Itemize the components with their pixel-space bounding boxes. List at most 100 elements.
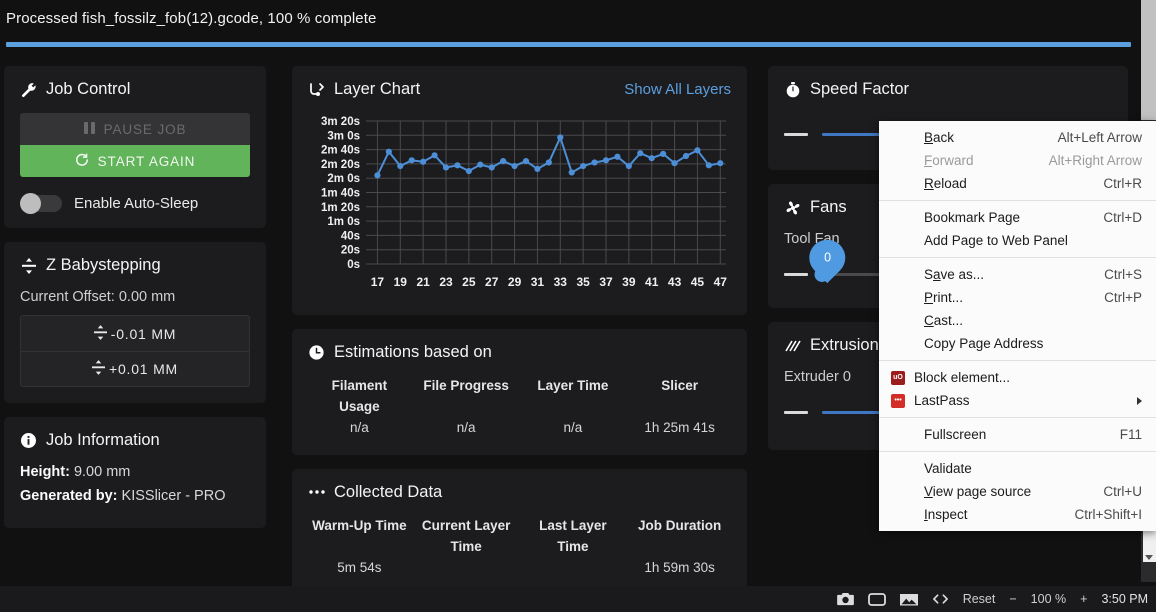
layer-chart-plot[interactable]: 0s 20s 40s 1m 0s 1m 20s 1m 40s 2m 0s 2m 20s 2m 4… <box>308 109 731 299</box>
chart-data-point[interactable] <box>385 148 392 155</box>
chart-data-point[interactable] <box>694 147 701 154</box>
chart-data-point[interactable] <box>397 162 404 170</box>
context-menu-item[interactable]: uO Block element... <box>879 366 1156 389</box>
chart-data-point[interactable] <box>660 150 667 157</box>
code-brackets-icon[interactable] <box>932 593 949 605</box>
chart-x-tick-label: 31 <box>531 275 545 289</box>
context-menu-item[interactable]: ••• LastPass <box>879 389 1156 412</box>
collected-data-title-text: Collected Data <box>334 482 443 501</box>
zoom-out-button[interactable]: − <box>1009 592 1016 606</box>
chart-data-point[interactable] <box>534 165 541 173</box>
chart-data-point[interactable] <box>420 158 427 165</box>
image-icon[interactable] <box>899 593 918 606</box>
z-plus-label: +0.01 MM <box>108 361 179 377</box>
chart-data-point[interactable] <box>614 153 621 160</box>
collected-value-cell: 1h 59m 30s <box>644 559 715 575</box>
context-menu-item[interactable]: Print... Ctrl+P <box>879 286 1156 309</box>
job-information-title: Job Information <box>20 431 250 450</box>
collected-data-title: Collected Data <box>308 483 731 502</box>
reset-zoom-button[interactable]: Reset <box>963 592 996 606</box>
chart-data-point[interactable] <box>637 150 644 157</box>
chart-data-point[interactable] <box>557 134 564 141</box>
screenshot-rect-icon[interactable] <box>867 592 886 606</box>
fan-icon <box>784 199 801 216</box>
job-control-title: Job Control <box>20 80 250 99</box>
chart-data-point[interactable] <box>717 160 724 167</box>
show-all-layers-link[interactable]: Show All Layers <box>624 81 731 98</box>
chart-data-point[interactable] <box>682 152 690 160</box>
chart-data-point[interactable] <box>545 159 552 166</box>
chart-data-point[interactable] <box>374 172 381 179</box>
page-scrollbar-thumb[interactable] <box>1141 0 1156 120</box>
context-menu-item[interactable]: Cast... <box>879 309 1156 332</box>
chart-data-point[interactable] <box>465 167 472 175</box>
context-menu-item[interactable]: Back Alt+Left Arrow <box>879 126 1156 149</box>
browser-context-menu[interactable]: Back Alt+Left Arrow Forward Alt+Right Arrow… <box>879 121 1156 531</box>
submenu-arrow-icon <box>1137 396 1142 405</box>
estimation-header-cell: File Progress <box>423 378 509 393</box>
wrench-icon <box>20 81 37 98</box>
chart-data-point[interactable] <box>442 164 450 171</box>
context-menu-item[interactable]: Fullscreen F11 <box>879 423 1156 446</box>
chart-y-tick-label: 1m 20s <box>321 202 360 214</box>
camera-icon[interactable] <box>836 592 854 606</box>
chart-data-point[interactable] <box>511 162 518 170</box>
auto-sleep-toggle[interactable] <box>20 193 62 214</box>
chart-data-point[interactable] <box>522 157 530 165</box>
start-again-button[interactable]: START AGAIN <box>20 145 250 177</box>
chart-y-tick-label: 0s <box>347 259 360 271</box>
tool-fan-slider-thumb[interactable] <box>814 266 830 282</box>
chart-y-tick-label: 20s <box>341 245 360 257</box>
chart-data-point[interactable] <box>591 159 598 166</box>
chart-data-point[interactable] <box>671 160 678 167</box>
chart-data-point[interactable] <box>477 161 484 168</box>
scroll-down-arrow-icon[interactable] <box>1145 555 1153 560</box>
ublock-shield-icon: uO <box>891 370 911 385</box>
context-menu-item[interactable]: Inspect Ctrl+Shift+I <box>879 503 1156 526</box>
context-menu-item: Forward Alt+Right Arrow <box>879 149 1156 172</box>
chart-data-point[interactable] <box>580 162 587 170</box>
z-plus-button[interactable]: +0.01 MM <box>20 351 250 387</box>
layer-chart-title-text: Layer Chart <box>334 80 421 98</box>
context-menu-item-accelerator: Ctrl+D <box>1103 210 1142 225</box>
chart-data-point[interactable] <box>705 162 712 169</box>
chart-data-point[interactable] <box>408 157 415 164</box>
collected-data-card: Collected Data Warm-Up Time Current Layer… <box>292 468 747 595</box>
chart-y-tick-label: 3m 20s <box>321 116 360 128</box>
context-menu-item[interactable]: Reload Ctrl+R <box>879 172 1156 195</box>
context-menu-item-label: Save as... <box>924 267 985 282</box>
context-menu-item[interactable]: View page source Ctrl+U <box>879 480 1156 503</box>
layer-chart-header: Layer Chart Show All Layers <box>308 80 731 99</box>
context-menu-item-label: Validate <box>924 461 972 476</box>
context-menu-item[interactable]: Add Page to Web Panel <box>879 229 1156 252</box>
pause-job-button[interactable]: PAUSE JOB <box>20 113 250 145</box>
context-menu-item-label: Print... <box>924 290 964 305</box>
context-menu-item[interactable]: Save as... Ctrl+S <box>879 263 1156 286</box>
context-menu-item[interactable]: Bookmark Page Ctrl+D <box>879 206 1156 229</box>
chart-x-tick-label: 25 <box>462 275 476 289</box>
chart-data-point[interactable] <box>568 169 575 176</box>
context-menu-item-label: Forward <box>924 153 974 168</box>
zoom-in-button[interactable]: + <box>1080 592 1087 606</box>
chart-data-point[interactable] <box>602 157 610 164</box>
hatch-icon <box>784 337 801 354</box>
layer-chart-svg: 0s 20s 40s 1m 0s 1m 20s 1m 40s 2m 0s 2m 20s 2m 4… <box>321 116 727 289</box>
chart-data-point[interactable] <box>431 152 438 159</box>
context-menu-item-label: Block element... <box>914 370 1011 385</box>
menu-item-badge: ••• <box>891 393 905 408</box>
middle-column: Layer Chart Show All Layers 0s 20s 40s 1m 0… <box>292 66 747 609</box>
context-menu-item[interactable]: Copy Page Address <box>879 332 1156 355</box>
zoom-level-label[interactable]: 100 % <box>1031 592 1066 606</box>
chart-data-point[interactable] <box>625 162 632 170</box>
context-menu-item-label: Inspect <box>924 507 968 522</box>
chart-data-point[interactable] <box>454 162 461 169</box>
chart-data-point[interactable] <box>500 157 507 165</box>
z-minus-button[interactable]: -0.01 MM <box>20 315 250 351</box>
auto-sleep-row[interactable]: Enable Auto-Sleep <box>20 193 250 214</box>
job-control-card: Job Control PAUSE JOB START AGAIN Enable… <box>4 66 266 228</box>
chart-data-point[interactable] <box>648 155 655 162</box>
context-menu-item[interactable]: Validate <box>879 457 1156 480</box>
context-menu-item-accelerator: Ctrl+R <box>1103 176 1142 191</box>
context-menu-item-label: Bookmark Page <box>924 210 1021 225</box>
chart-data-point[interactable] <box>488 164 495 171</box>
